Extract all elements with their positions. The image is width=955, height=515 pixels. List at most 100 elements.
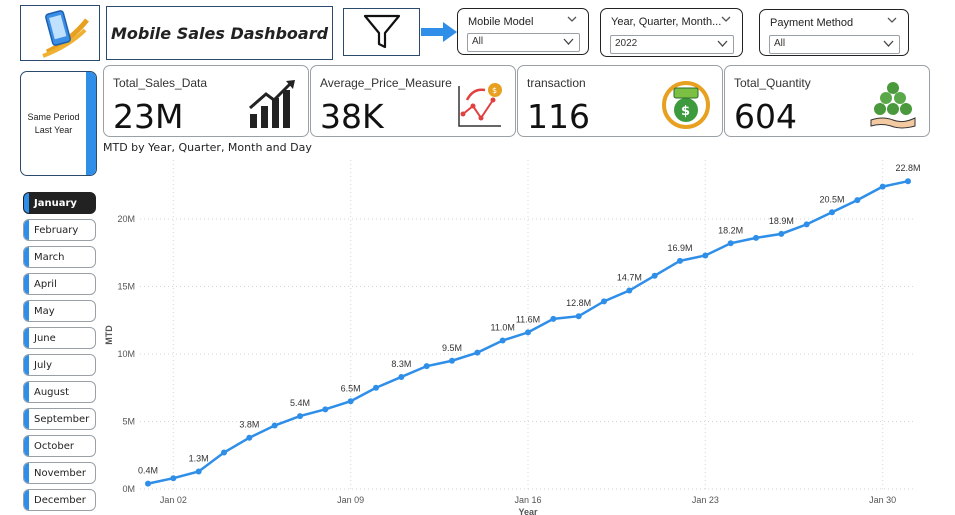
y-tick-label: 10M (117, 349, 135, 359)
data-label: 5.4M (290, 398, 310, 408)
month-button-april[interactable]: April (23, 273, 96, 295)
mobile-phone-icon (42, 10, 89, 58)
month-label: November (34, 468, 87, 479)
data-point[interactable] (398, 373, 405, 380)
data-point[interactable] (702, 252, 709, 259)
data-point[interactable] (651, 272, 658, 279)
data-point[interactable] (221, 449, 227, 456)
dashboard-title-box: Mobile Sales Dashboard (106, 6, 333, 60)
page-title: Mobile Sales Dashboard (110, 23, 329, 43)
data-point[interactable] (195, 468, 202, 475)
month-label: May (34, 306, 55, 317)
kpi-value: 38K (320, 97, 384, 136)
month-button-may[interactable]: May (23, 300, 96, 322)
price-trend-icon: $ (458, 83, 502, 127)
month-button-january[interactable]: January (23, 192, 96, 214)
kpi-label: transaction (527, 76, 586, 90)
data-point[interactable] (246, 434, 253, 441)
chevron-down-icon (887, 17, 897, 23)
same-period-label: Same Period Last Year (27, 111, 80, 135)
chevron-down-icon (563, 38, 574, 45)
data-label: 18.2M (718, 225, 743, 235)
y-tick-label: 0M (122, 484, 135, 494)
slicer-dropdown[interactable]: 2022 (610, 35, 734, 54)
data-point[interactable] (829, 209, 835, 216)
month-label: April (34, 279, 57, 290)
data-point[interactable] (271, 422, 278, 429)
kpi-value: 604 (734, 97, 797, 136)
data-label: 9.5M (442, 343, 462, 353)
data-point[interactable] (879, 183, 886, 190)
kpi-card-total-sales: Total_Sales_Data 23M (103, 65, 309, 137)
kpi-label: Total_Quantity (734, 76, 811, 90)
month-accent-bar (24, 328, 29, 348)
month-accent-bar (24, 463, 29, 483)
data-point[interactable] (145, 480, 151, 487)
slicer-title: Payment Method (770, 17, 854, 29)
data-point[interactable] (297, 413, 303, 420)
data-point[interactable] (601, 298, 607, 305)
chevron-down-icon (721, 16, 731, 22)
data-point[interactable] (525, 329, 531, 336)
y-axis-title: MTD (104, 325, 114, 345)
slicer-year-quarter-month[interactable]: Year, Quarter, Month... 2022 (600, 8, 743, 57)
month-label: June (34, 333, 56, 344)
month-button-august[interactable]: August (23, 381, 96, 403)
data-point[interactable] (322, 406, 329, 413)
y-tick-label: 5M (122, 417, 135, 427)
data-point[interactable] (499, 337, 506, 344)
x-tick-label: Jan 09 (337, 495, 364, 505)
data-point[interactable] (677, 257, 683, 264)
month-label: March (34, 252, 65, 263)
money-cycle-icon: $ (662, 81, 710, 129)
arrow-right-icon (421, 22, 457, 42)
data-point[interactable] (449, 357, 455, 364)
svg-text:$: $ (681, 104, 690, 119)
data-point[interactable] (423, 363, 430, 370)
mtd-line-chart: 0M 5M 10M 15M 20M Jan 02 Jan 09 Jan 16 Jan 23 Jan… (104, 160, 920, 515)
filter-button[interactable] (343, 8, 420, 56)
slicer-title: Mobile Model (468, 16, 534, 28)
slicer-dropdown[interactable]: All (769, 35, 900, 54)
data-point[interactable] (575, 313, 582, 320)
month-button-november[interactable]: November (23, 462, 96, 484)
slicer-title: Year, Quarter, Month... (611, 16, 722, 28)
month-button-october[interactable]: October (23, 435, 96, 457)
data-point[interactable] (753, 234, 759, 241)
chevron-down-icon (567, 16, 577, 22)
data-point[interactable] (373, 384, 379, 391)
data-point[interactable] (550, 315, 557, 322)
x-tick-label: Jan 30 (869, 495, 896, 505)
data-label: 11.6M (516, 314, 540, 324)
month-label: December (34, 495, 86, 506)
month-button-march[interactable]: March (23, 246, 96, 268)
data-point[interactable] (778, 230, 785, 237)
slicer-mobile-model[interactable]: Mobile Model All (457, 8, 589, 55)
month-button-july[interactable]: July (23, 354, 96, 376)
data-point[interactable] (727, 240, 734, 247)
same-period-last-year-button[interactable]: Same Period Last Year (20, 71, 97, 176)
data-label: 8.3M (391, 359, 411, 369)
data-point[interactable] (474, 349, 481, 356)
month-label: January (34, 198, 77, 209)
data-label: 11.0M (490, 323, 514, 333)
slicer-payment-method[interactable]: Payment Method All (759, 9, 909, 56)
data-point[interactable] (626, 287, 633, 294)
month-button-september[interactable]: September (23, 408, 96, 430)
data-point[interactable] (347, 398, 354, 405)
month-accent-bar (24, 409, 29, 429)
month-button-february[interactable]: February (23, 219, 96, 241)
data-point[interactable] (803, 221, 810, 228)
kpi-card-average-price: Average_Price_Measure 38K $ (310, 65, 516, 137)
month-accent-bar (24, 355, 29, 375)
data-point[interactable] (905, 178, 911, 185)
data-point[interactable] (854, 197, 861, 204)
slicer-dropdown[interactable]: All (467, 33, 580, 52)
mobile-logo (20, 5, 100, 61)
month-button-december[interactable]: December (23, 489, 96, 511)
data-label: 6.5M (341, 383, 361, 393)
data-point[interactable] (170, 475, 177, 482)
data-label: 16.9M (667, 243, 692, 253)
data-label: 12.8M (566, 298, 591, 308)
month-button-june[interactable]: June (23, 327, 96, 349)
